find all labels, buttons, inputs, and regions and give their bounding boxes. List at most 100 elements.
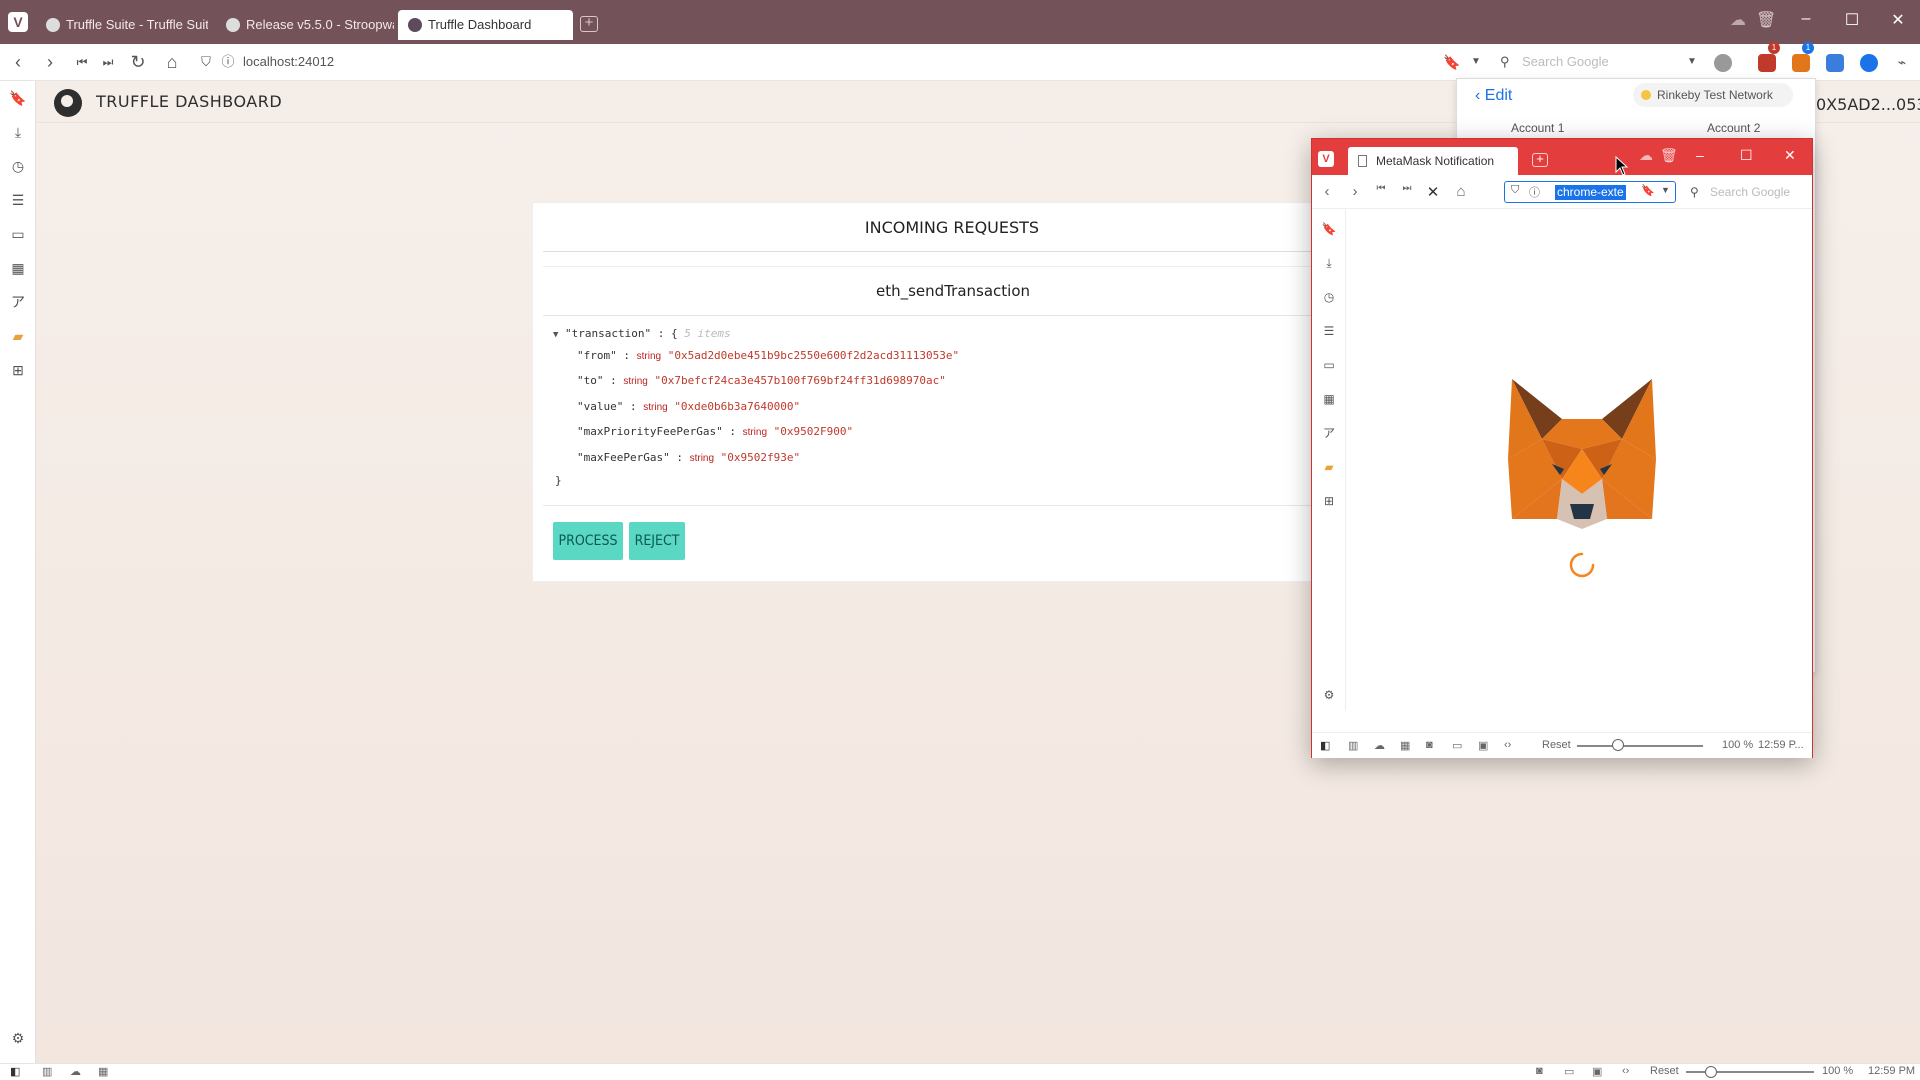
trash-icon[interactable]: 🗑 — [1660, 147, 1678, 164]
account2-label[interactable]: Account 2 — [1707, 121, 1760, 135]
sync-cloud-icon[interactable]: ☁ — [1639, 147, 1653, 164]
search-input[interactable]: ⚲ Search Google — [1498, 50, 1698, 74]
clock: 12:59 P... — [1758, 739, 1804, 751]
extension-circle-icon[interactable] — [1860, 54, 1878, 72]
close-button[interactable]: ✕ — [1888, 10, 1908, 30]
chat-icon[interactable]: ▰ — [9, 327, 27, 345]
fast-forward-icon[interactable]: ⏭ — [98, 52, 118, 72]
code-icon[interactable]: ‹› — [1504, 739, 1511, 751]
rewind-icon[interactable]: ⏮ — [72, 52, 92, 72]
translate-icon[interactable]: ア — [1321, 425, 1337, 441]
stop-loading-icon[interactable]: ✕ — [1424, 183, 1442, 201]
home-icon[interactable]: ⌂ — [162, 52, 182, 72]
shield-icon[interactable]: ⛉ — [196, 52, 216, 72]
edit-link[interactable]: ‹ Edit — [1475, 87, 1512, 105]
tab-tiling-icon[interactable]: ▥ — [1348, 739, 1358, 752]
sync-cloud-icon[interactable]: ☁ — [70, 1065, 81, 1078]
tab-release[interactable]: Release v5.5.0 - Stroopwafe — [216, 10, 394, 40]
info-icon[interactable]: ⓘ — [218, 52, 238, 72]
notes-icon[interactable]: ☰ — [9, 191, 27, 209]
zoom-slider-knob[interactable] — [1612, 739, 1624, 751]
zoom-slider[interactable] — [1577, 745, 1703, 747]
trash-icon[interactable]: 🗑 — [1756, 10, 1776, 30]
dropdown-arrow-icon[interactable]: ▼ — [1466, 52, 1486, 72]
panel-toggle-icon[interactable]: ◧ — [1320, 739, 1330, 752]
json-root-row[interactable]: ▼ "transaction" : { 5 items — [553, 327, 731, 340]
popup-search-input[interactable]: ⚲ Search Google — [1684, 181, 1808, 203]
window-icon[interactable]: ▭ — [1452, 739, 1462, 752]
rewind-icon[interactable]: ⏮ — [1372, 183, 1390, 194]
popup-url-field[interactable]: ⛉ ⓘ chrome-exte 🔖 ▼ — [1504, 181, 1676, 203]
chat-icon[interactable]: ▰ — [1321, 459, 1337, 475]
downloads-icon[interactable]: ⤓ — [1321, 255, 1337, 271]
process-button[interactable]: PROCESS — [553, 522, 623, 560]
fast-forward-icon[interactable]: ⏭ — [1398, 183, 1416, 194]
search-engine-dropdown-icon[interactable]: ▼ — [1682, 52, 1702, 72]
tab-tiling-icon[interactable]: ▥ — [42, 1065, 52, 1078]
image-icon[interactable]: ▣ — [1478, 739, 1488, 752]
zoom-slider-knob[interactable] — [1705, 1066, 1717, 1078]
collapse-caret-icon[interactable]: ▼ — [553, 330, 558, 340]
history-icon[interactable]: ◷ — [9, 157, 27, 175]
minimize-button[interactable]: – — [1796, 10, 1816, 28]
panel-toggle-icon[interactable]: ◧ — [10, 1065, 20, 1078]
extension-zigzag-icon[interactable]: ⌁ — [1892, 52, 1912, 72]
reload-icon[interactable]: ↻ — [128, 52, 148, 72]
calendar-icon[interactable]: ▦ — [1400, 739, 1410, 752]
bookmarks-icon[interactable]: 🔖 — [9, 89, 27, 107]
info-icon: ⓘ — [1529, 187, 1540, 199]
calendar-icon[interactable]: ▦ — [1321, 391, 1337, 407]
vivaldi-menu-icon[interactable]: V — [1318, 151, 1334, 167]
metamask-extension-icon[interactable] — [1792, 54, 1810, 72]
new-tab-button[interactable]: + — [580, 15, 598, 32]
extension-red-icon[interactable] — [1758, 54, 1776, 72]
settings-gear-icon[interactable]: ⚙ — [9, 1029, 27, 1047]
back-icon[interactable]: ‹ — [1318, 183, 1336, 200]
zoom-reset-button[interactable]: Reset — [1650, 1065, 1679, 1077]
forward-icon[interactable]: › — [40, 52, 60, 72]
add-panel-icon[interactable]: ⊞ — [9, 361, 27, 379]
window-panel-icon[interactable]: ▭ — [1321, 357, 1337, 373]
sync-cloud-icon[interactable]: ☁ — [1728, 10, 1748, 30]
sync-cloud-icon[interactable]: ☁ — [1374, 739, 1385, 752]
account-address[interactable]: 0X5AD2...053E — [1816, 95, 1920, 114]
maximize-button[interactable]: ☐ — [1842, 10, 1862, 30]
back-icon[interactable]: ‹ — [8, 52, 28, 72]
tab-truffle-suite[interactable]: Truffle Suite - Truffle Suite — [36, 10, 208, 40]
image-icon[interactable]: ▣ — [1592, 1065, 1602, 1078]
account1-label[interactable]: Account 1 — [1511, 121, 1564, 135]
window-icon[interactable]: ▭ — [1564, 1065, 1574, 1078]
capture-icon[interactable]: ◙ — [1536, 1065, 1543, 1077]
downloads-icon[interactable]: ⤓ — [9, 123, 27, 141]
calendar-icon[interactable]: ▦ — [9, 259, 27, 277]
forward-icon[interactable]: › — [1346, 183, 1364, 200]
dropdown-arrow-icon[interactable]: ▼ — [1661, 185, 1670, 195]
translate-icon[interactable]: ア — [9, 293, 27, 311]
profile-avatar-icon[interactable] — [1714, 54, 1732, 72]
zoom-reset-button[interactable]: Reset — [1542, 739, 1571, 751]
maximize-button[interactable]: ☐ — [1740, 147, 1753, 164]
notes-icon[interactable]: ☰ — [1321, 323, 1337, 339]
close-button[interactable]: ✕ — [1784, 147, 1796, 164]
bookmark-icon[interactable]: 🔖 — [1442, 52, 1462, 72]
new-tab-button[interactable]: + — [1532, 152, 1548, 167]
add-panel-icon[interactable]: ⊞ — [1321, 493, 1337, 509]
notification-badge: 1 — [1768, 42, 1780, 54]
home-icon[interactable]: ⌂ — [1452, 183, 1470, 200]
capture-icon[interactable]: ◙ — [1426, 739, 1433, 751]
bookmarks-icon[interactable]: 🔖 — [1321, 221, 1337, 237]
network-selector[interactable]: Rinkeby Test Network — [1633, 83, 1793, 107]
code-icon[interactable]: ‹› — [1622, 1065, 1629, 1077]
calendar-icon[interactable]: ▦ — [98, 1065, 108, 1078]
extension-blue-icon[interactable] — [1826, 54, 1844, 72]
minimize-button[interactable]: – — [1696, 147, 1704, 163]
history-icon[interactable]: ◷ — [1321, 289, 1337, 305]
tab-truffle-dashboard[interactable]: Truffle Dashboard — [398, 10, 573, 40]
url-field[interactable]: localhost:24012 — [243, 54, 334, 69]
bookmark-icon[interactable]: 🔖 — [1641, 184, 1655, 197]
window-panel-icon[interactable]: ▭ — [9, 225, 27, 243]
settings-gear-icon[interactable]: ⚙ — [1321, 687, 1337, 703]
vivaldi-menu-icon[interactable]: V — [8, 12, 28, 32]
reject-button[interactable]: REJECT — [629, 522, 685, 560]
tab-metamask-notification[interactable]: MetaMask Notification — [1348, 147, 1518, 175]
